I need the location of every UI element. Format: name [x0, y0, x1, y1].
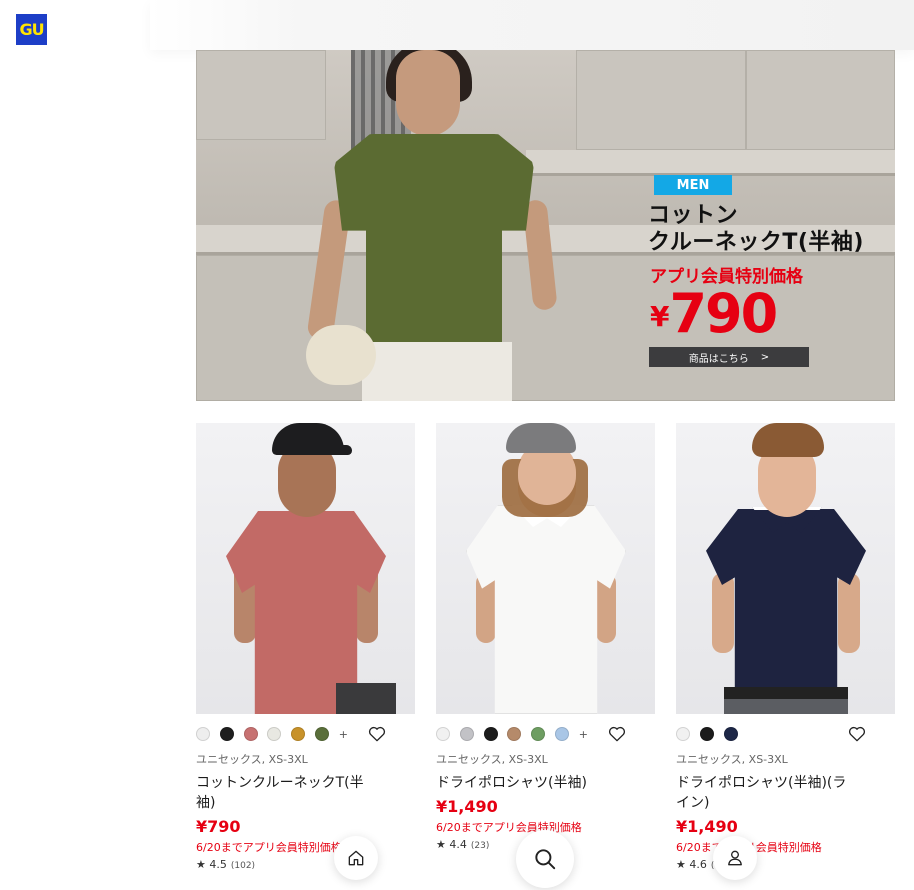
color-swatch[interactable] [723, 727, 738, 741]
heart-icon[interactable] [607, 724, 627, 744]
product-price: ¥790 [196, 817, 241, 836]
page: GU MEN コットン クルーネックT(半袖) アプリ会員特別価格 ¥790 商… [0, 0, 914, 890]
banner-stone [746, 50, 895, 150]
more-colors-indicator[interactable]: + [579, 728, 588, 741]
search-button[interactable] [516, 830, 574, 888]
color-swatch[interactable] [507, 727, 522, 741]
banner-stone [576, 50, 746, 150]
product-image[interactable] [676, 423, 895, 714]
product-meta: ユニセックス, XS-3XL [196, 753, 308, 766]
more-colors-indicator[interactable]: + [339, 728, 348, 741]
account-button[interactable] [713, 836, 757, 880]
hat-in-hand [306, 325, 376, 385]
banner-model [306, 50, 566, 401]
color-swatches: + [196, 723, 415, 745]
banner-price-value: 790 [669, 282, 778, 345]
color-swatch[interactable] [243, 727, 258, 741]
banner-cta-button[interactable]: 商品はこちら > [649, 347, 809, 367]
banner-price: ¥790 [650, 282, 778, 345]
banner-category-tag: MEN [654, 175, 732, 195]
color-swatch[interactable] [436, 727, 450, 741]
color-swatch[interactable] [314, 727, 329, 741]
banner-price-symbol: ¥ [650, 300, 670, 333]
color-swatch[interactable] [219, 727, 234, 741]
product-name[interactable]: コットンクルーネックT(半袖) [196, 773, 376, 813]
review-count: (102) [230, 861, 256, 871]
product-meta: ユニセックス, XS-3XL [436, 753, 548, 766]
product-price: ¥1,490 [436, 797, 498, 816]
color-swatch[interactable] [531, 727, 546, 741]
chevron-right-icon: > [760, 351, 770, 363]
color-swatch[interactable] [699, 727, 714, 741]
banner-cta-label: 商品はこちら [688, 353, 749, 365]
search-icon [535, 849, 556, 870]
color-swatches [676, 723, 895, 745]
color-swatch[interactable] [196, 727, 210, 741]
color-swatch[interactable] [676, 727, 690, 741]
user-icon [728, 850, 742, 866]
color-swatch[interactable] [483, 727, 498, 741]
heart-icon[interactable] [367, 724, 387, 744]
header-bar [150, 0, 914, 50]
product-image[interactable] [436, 423, 655, 714]
rating-value: ★ 4.6 [676, 858, 707, 871]
product-rating: ★ 4.5 (102) [196, 858, 415, 871]
product-card[interactable]: ユニセックス, XS-3XL ドライポロシャツ(半袖)(ライン) ¥1,490 … [676, 423, 895, 871]
product-price: ¥1,490 [676, 817, 738, 836]
review-count: (23) [470, 841, 490, 851]
color-swatches: + [436, 723, 655, 745]
product-image[interactable] [196, 423, 415, 714]
color-swatch[interactable] [267, 727, 282, 741]
product-promo-note: 6/20までアプリ会員特別価格 [196, 841, 342, 854]
gu-logo[interactable]: GU [16, 14, 47, 45]
product-card[interactable]: + ユニセックス, XS-3XL コットンクルーネックT(半袖) ¥790 6/… [196, 423, 415, 871]
product-meta: ユニセックス, XS-3XL [676, 753, 788, 766]
banner-ledge [526, 150, 895, 176]
hero-banner[interactable]: MEN コットン クルーネックT(半袖) アプリ会員特別価格 ¥790 商品はこ… [196, 50, 895, 401]
product-name[interactable]: ドライポロシャツ(半袖) [436, 773, 616, 793]
color-swatch[interactable] [291, 727, 306, 741]
banner-title: コットン クルーネックT(半袖) [648, 203, 864, 255]
color-swatch[interactable] [459, 727, 474, 741]
product-card[interactable]: + ユニセックス, XS-3XL ドライポロシャツ(半袖) ¥1,490 6/2… [436, 423, 655, 851]
product-promo-note: 6/20までアプリ会員特別価格 [676, 839, 895, 855]
rating-value: ★ 4.4 [436, 838, 467, 851]
home-icon [348, 850, 364, 866]
product-name[interactable]: ドライポロシャツ(半袖)(ライン) [676, 773, 856, 813]
beanie [506, 423, 576, 453]
home-button[interactable] [334, 836, 378, 880]
heart-icon[interactable] [847, 724, 867, 744]
product-rating: ★ 4.6 (11) [676, 858, 895, 871]
rating-value: ★ 4.5 [196, 858, 227, 871]
color-swatch[interactable] [554, 727, 569, 741]
